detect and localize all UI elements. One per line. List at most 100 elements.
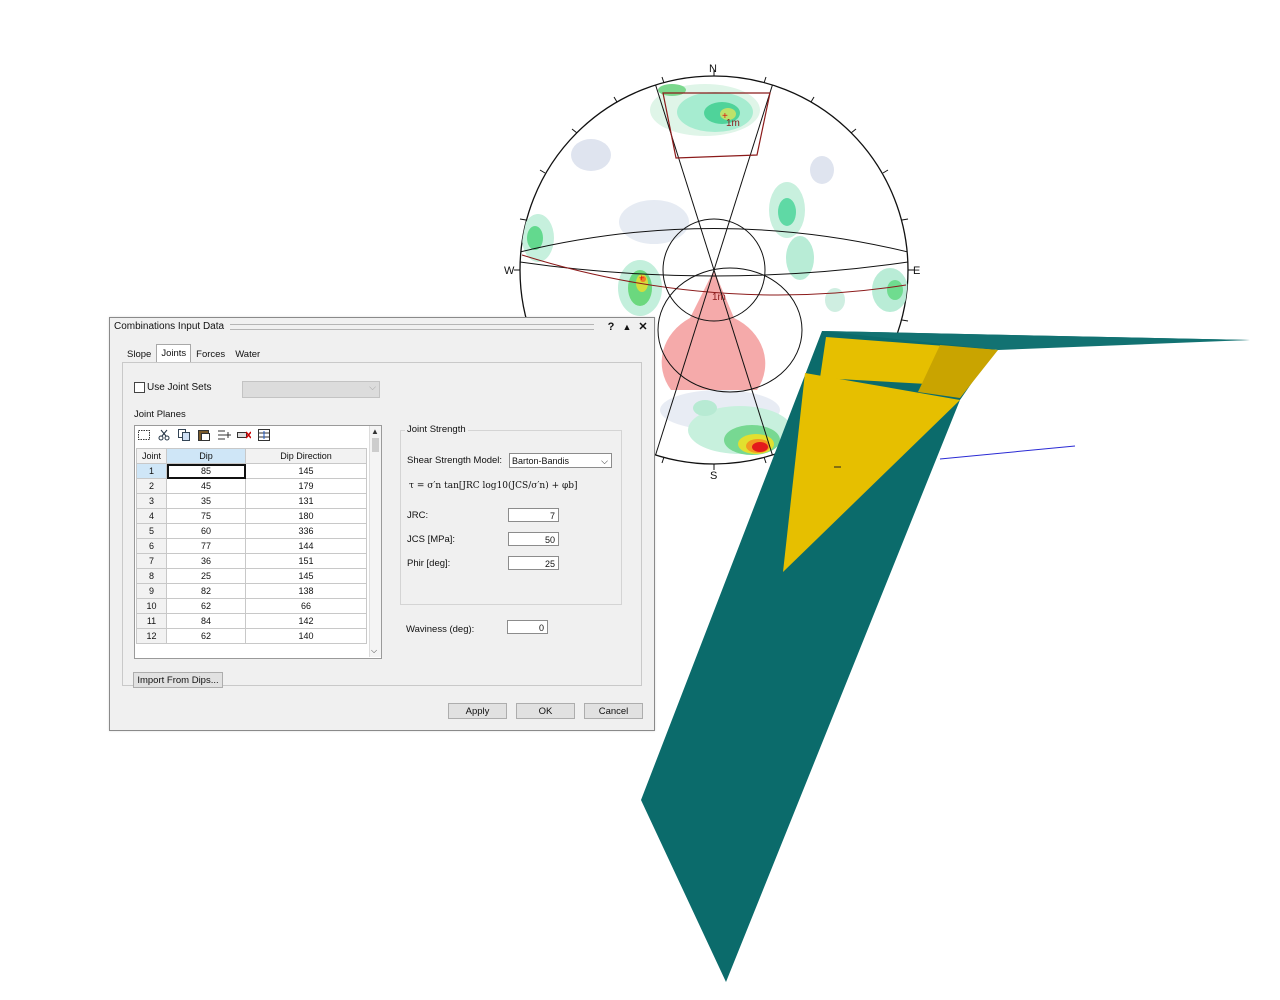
dip-direction-cell[interactable]: 336 bbox=[245, 523, 367, 539]
shear-strength-model-select[interactable]: Barton-Bandis ⌵ bbox=[509, 453, 612, 468]
use-joint-sets-checkbox[interactable]: Use Joint Sets bbox=[134, 382, 211, 393]
collapse-button[interactable]: ▲ bbox=[620, 320, 634, 334]
dip-direction-cell[interactable]: 179 bbox=[245, 478, 367, 494]
dip-cell[interactable]: 35 bbox=[166, 493, 246, 509]
fill-down-icon[interactable] bbox=[257, 428, 271, 442]
pole-annotation-center: 1m bbox=[712, 292, 726, 303]
dialog-title: Combinations Input Data bbox=[114, 321, 225, 332]
tab-slope[interactable]: Slope bbox=[122, 346, 156, 363]
grid-toolbar bbox=[137, 428, 271, 444]
ok-button[interactable]: OK bbox=[516, 703, 575, 719]
cut-icon[interactable] bbox=[157, 428, 171, 442]
dip-cell[interactable]: 84 bbox=[166, 613, 246, 629]
shear-model-value: Barton-Bandis bbox=[512, 456, 570, 466]
dip-direction-cell[interactable]: 142 bbox=[245, 613, 367, 629]
table-row: 2 45 179 bbox=[136, 478, 367, 494]
dip-cell[interactable]: 77 bbox=[166, 538, 246, 554]
row-number[interactable]: 11 bbox=[136, 613, 167, 629]
paste-icon[interactable] bbox=[197, 428, 211, 442]
joint-strength-group: Joint Strength Shear Strength Model: Bar… bbox=[400, 424, 622, 605]
axis-line bbox=[939, 445, 1076, 460]
dip-direction-cell[interactable]: 145 bbox=[245, 568, 367, 584]
dip-direction-cell[interactable]: 66 bbox=[245, 598, 367, 614]
phir-label: Phir [deg]: bbox=[407, 558, 451, 569]
dip-cell[interactable]: 62 bbox=[166, 598, 246, 614]
barton-bandis-formula: τ = σ′n tan[JRC log10(JCS/σ′n) + φb] bbox=[409, 481, 578, 491]
tab-water[interactable]: Water bbox=[230, 346, 265, 363]
table-row: 12 62 140 bbox=[136, 628, 367, 644]
select-all-icon[interactable] bbox=[137, 428, 151, 442]
row-number[interactable]: 12 bbox=[136, 628, 167, 644]
tab-forces[interactable]: Forces bbox=[191, 346, 230, 363]
dip-cell[interactable]: 85 bbox=[166, 463, 246, 479]
row-number[interactable]: 3 bbox=[136, 493, 167, 509]
row-number[interactable]: 6 bbox=[136, 538, 167, 554]
shear-model-label: Shear Strength Model: bbox=[407, 455, 503, 466]
joint-planes-grid: Joint Dip Dip Direction 1 85 145 2 45 179 33… bbox=[134, 425, 382, 659]
row-number[interactable]: 5 bbox=[136, 523, 167, 539]
pole-annotation-north: 1m bbox=[726, 118, 740, 129]
dip-direction-cell[interactable]: 140 bbox=[245, 628, 367, 644]
table-row: 10 62 66 bbox=[136, 598, 367, 614]
dip-cell[interactable]: 82 bbox=[166, 583, 246, 599]
table-row: 8 25 145 bbox=[136, 568, 367, 584]
jrc-input[interactable]: 7 bbox=[508, 508, 559, 522]
dip-cell[interactable]: 75 bbox=[166, 508, 246, 524]
table-row: 4 75 180 bbox=[136, 508, 367, 524]
table-row: 1 85 145 bbox=[136, 463, 367, 479]
row-number[interactable]: 4 bbox=[136, 508, 167, 524]
table-scrollbar[interactable]: ▲ ⌵ bbox=[369, 426, 381, 657]
close-button[interactable]: ✕ bbox=[636, 320, 650, 334]
row-number[interactable]: 2 bbox=[136, 478, 167, 494]
dialog-titlebar[interactable]: Combinations Input Data ? ▲ ✕ bbox=[110, 318, 654, 335]
row-number[interactable]: 1 bbox=[136, 463, 167, 479]
header-joint[interactable]: Joint bbox=[136, 448, 167, 464]
table-row: 5 60 336 bbox=[136, 523, 367, 539]
checkbox-box[interactable] bbox=[134, 382, 145, 393]
dip-cell[interactable]: 45 bbox=[166, 478, 246, 494]
copy-icon[interactable] bbox=[177, 428, 191, 442]
insert-row-icon[interactable] bbox=[217, 428, 231, 442]
cancel-button[interactable]: Cancel bbox=[584, 703, 643, 719]
delete-row-icon[interactable] bbox=[237, 428, 251, 442]
jcs-label: JCS [MPa]: bbox=[407, 534, 456, 545]
jrc-label: JRC: bbox=[407, 510, 429, 521]
apply-button[interactable]: Apply bbox=[448, 703, 507, 719]
joint-strength-label: Joint Strength bbox=[405, 424, 468, 435]
dip-cell[interactable]: 25 bbox=[166, 568, 246, 584]
joint-planes-table: Joint Dip Dip Direction 1 85 145 2 45 179 33… bbox=[136, 448, 367, 644]
dip-cell[interactable]: 62 bbox=[166, 628, 246, 644]
dip-direction-cell[interactable]: 131 bbox=[245, 493, 367, 509]
joint-planes-label: Joint Planes bbox=[134, 409, 186, 420]
dip-cell[interactable]: 60 bbox=[166, 523, 246, 539]
table-row: 9 82 138 bbox=[136, 583, 367, 599]
header-dip[interactable]: Dip bbox=[166, 448, 246, 464]
dip-direction-cell[interactable]: 151 bbox=[245, 553, 367, 569]
dip-direction-cell[interactable]: 138 bbox=[245, 583, 367, 599]
chevron-down-icon: ⌵ bbox=[601, 456, 608, 466]
row-number[interactable]: 9 bbox=[136, 583, 167, 599]
phir-input[interactable]: 25 bbox=[508, 556, 559, 570]
table-row: 11 84 142 bbox=[136, 613, 367, 629]
dip-cell[interactable]: 36 bbox=[166, 553, 246, 569]
scroll-down-icon[interactable]: ⌵ bbox=[371, 646, 377, 656]
row-number[interactable]: 7 bbox=[136, 553, 167, 569]
tab-bar: Slope Joints Forces Water bbox=[122, 344, 265, 363]
dip-direction-cell[interactable]: 145 bbox=[245, 463, 367, 479]
use-joint-sets-label: Use Joint Sets bbox=[147, 382, 212, 393]
dip-direction-cell[interactable]: 144 bbox=[245, 538, 367, 554]
import-from-dips-button[interactable]: Import From Dips... bbox=[133, 672, 223, 688]
row-number[interactable]: 10 bbox=[136, 598, 167, 614]
table-row: 6 77 144 bbox=[136, 538, 367, 554]
north-label: N bbox=[709, 63, 717, 75]
jcs-input[interactable]: 50 bbox=[508, 532, 559, 546]
scroll-up-icon[interactable]: ▲ bbox=[371, 427, 379, 436]
scroll-thumb[interactable] bbox=[372, 438, 379, 452]
help-button[interactable]: ? bbox=[604, 320, 618, 334]
dip-direction-cell[interactable]: 180 bbox=[245, 508, 367, 524]
waviness-input[interactable]: 0 bbox=[507, 620, 548, 634]
tab-joints[interactable]: Joints bbox=[156, 344, 192, 363]
header-dip-direction[interactable]: Dip Direction bbox=[245, 448, 367, 464]
west-label: W bbox=[504, 265, 515, 277]
row-number[interactable]: 8 bbox=[136, 568, 167, 584]
